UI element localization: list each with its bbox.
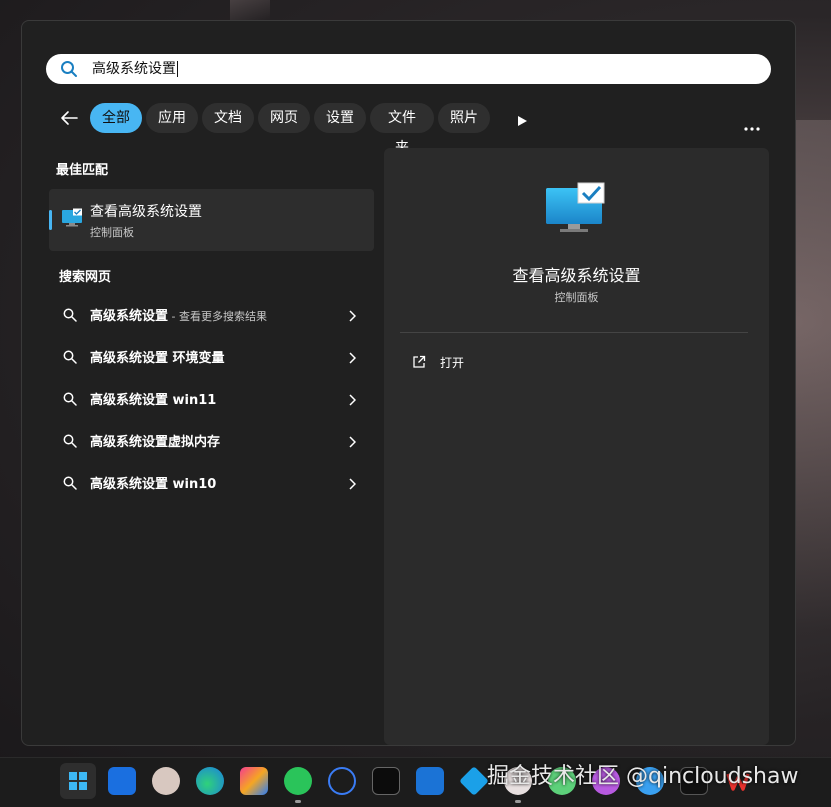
open-action[interactable]: 打开 [412,354,464,374]
best-match-heading: 最佳匹配 [56,163,109,178]
more-options-icon[interactable] [744,116,760,135]
wechat-icon[interactable] [284,767,312,795]
best-match-title: 查看高级系统设置 [90,204,202,220]
web-result-row[interactable]: 高级系统设置 win11 [49,378,374,418]
play-more-filters-icon[interactable] [516,112,528,131]
avatar-app-icon[interactable] [152,767,180,795]
search-bar[interactable]: 高级系统设置 [46,54,771,84]
running-indicator [295,800,301,803]
filter-tab-documents[interactable]: 文档 [202,103,254,133]
filter-tab-all[interactable]: 全部 [90,103,142,133]
filter-tab-settings[interactable]: 设置 [314,103,366,133]
filter-tab-web[interactable]: 网页 [258,103,310,133]
chevron-right-icon[interactable] [348,349,357,368]
todo-check-icon[interactable] [328,767,356,795]
windows-start-button[interactable] [60,763,96,799]
chevron-right-icon[interactable] [348,475,357,494]
search-icon [63,391,77,410]
web-result-query: 高级系统设置 win10 [90,477,217,492]
divider [400,332,748,333]
best-match-item[interactable]: 查看高级系统设置 控制面板 [49,189,374,251]
web-result-query: 高级系统设置 环境变量 [90,351,225,366]
best-match-subtitle: 控制面板 [90,226,134,239]
open-action-label: 打开 [440,356,465,370]
search-icon [60,60,78,82]
app-icon[interactable] [108,767,136,795]
running-indicator [515,800,521,803]
web-result-row[interactable]: 高级系统设置虚拟内存 [49,420,374,460]
search-input[interactable]: 高级系统设置 [92,54,178,84]
web-result-query: 高级系统设置 [90,309,169,324]
web-result-hint: - 查看更多搜索结果 [168,310,267,323]
windows-start-icon [69,772,87,790]
terminal-icon[interactable] [372,767,400,795]
filter-tab-photos[interactable]: 照片 [438,103,490,133]
web-search-heading: 搜索网页 [59,270,112,285]
preview-subtitle: 控制面板 [554,291,599,304]
web-result-query: 高级系统设置虚拟内存 [90,435,221,450]
edge-browser-icon[interactable] [196,767,224,795]
search-icon [63,307,77,326]
system-settings-monitor-icon [544,182,608,240]
back-arrow-icon[interactable] [58,107,80,129]
jetbrains-ide-icon[interactable] [240,767,268,795]
search-icon [63,433,77,452]
chevron-right-icon[interactable] [348,433,357,452]
web-result-row[interactable]: 高级系统设置 win10 [49,462,374,502]
search-icon [63,349,77,368]
search-panel: 高级系统设置 全部 应用 文档 网页 设置 文件夹 照片 最佳匹配 查看高级系统… [21,20,796,746]
open-external-icon [412,354,426,373]
web-result-row[interactable]: 高级系统设置 环境变量 [49,336,374,376]
preview-pane: 查看高级系统设置 控制面板 打开 [384,148,769,745]
search-icon [63,475,77,494]
web-result-row[interactable]: 高级系统设置 - 查看更多搜索结果 [49,294,374,334]
watermark: 掘金技术社区 @qincloudshaw [487,764,799,789]
chevron-right-icon[interactable] [348,307,357,326]
outlook-icon[interactable] [416,767,444,795]
system-settings-monitor-icon [61,208,83,232]
filter-tab-apps[interactable]: 应用 [146,103,198,133]
filter-tab-folders[interactable]: 文件夹 [370,103,434,156]
bird-app-icon[interactable] [459,766,489,796]
web-result-query: 高级系统设置 win11 [90,393,217,408]
selection-indicator [49,210,52,230]
chevron-right-icon[interactable] [348,391,357,410]
preview-title: 查看高级系统设置 [512,266,641,285]
